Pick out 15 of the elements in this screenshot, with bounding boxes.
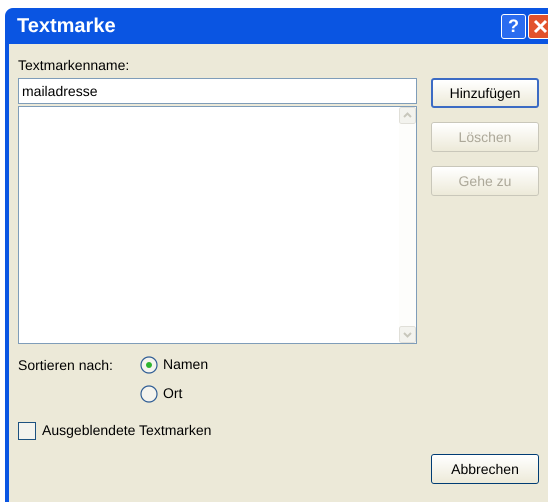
checkbox-label[interactable]: Ausgeblendete Textmarken bbox=[42, 420, 212, 441]
dialog-button[interactable]: Hinzufügen bbox=[431, 78, 539, 108]
window-title: Textmarke bbox=[17, 14, 117, 39]
help-button[interactable]: ? bbox=[501, 14, 526, 38]
radio-label[interactable]: Namen bbox=[163, 354, 208, 375]
radio-label[interactable]: Ort bbox=[163, 383, 182, 404]
field-label: Textmarkenname: bbox=[18, 56, 130, 74]
close-button[interactable] bbox=[528, 14, 548, 38]
checkbox[interactable] bbox=[18, 422, 36, 440]
sort-label: Sortieren nach: bbox=[18, 356, 114, 375]
close-icon bbox=[533, 18, 548, 34]
radio-button[interactable] bbox=[140, 356, 158, 374]
cancel-button[interactable]: Abbrechen bbox=[431, 454, 539, 484]
name-field[interactable]: mailadresse bbox=[18, 78, 417, 104]
radio-button[interactable] bbox=[140, 384, 158, 402]
